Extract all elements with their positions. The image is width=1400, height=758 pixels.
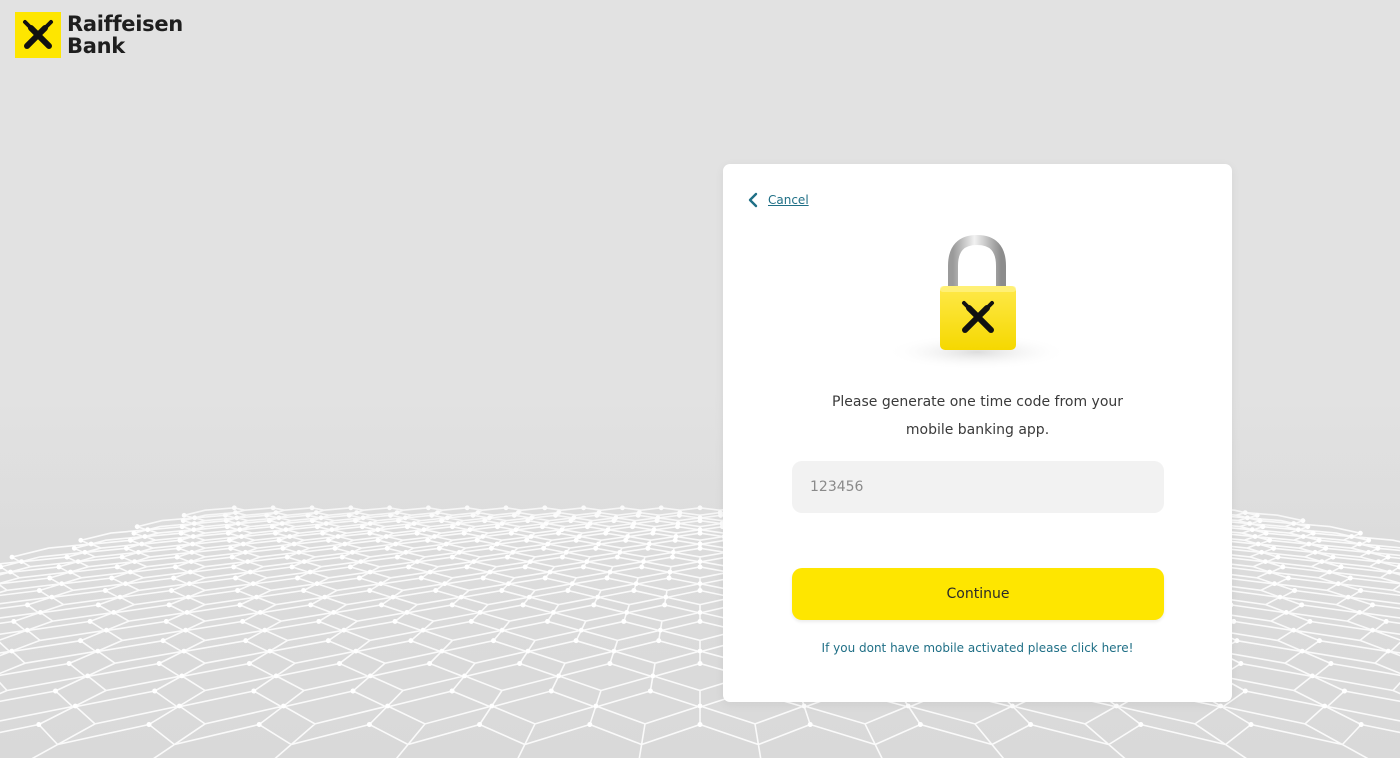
bank-name-line2: Bank (67, 34, 125, 58)
mobile-not-activated-link[interactable]: If you dont have mobile activated please… (743, 641, 1212, 655)
instruction-line1: Please generate one time code from your (831, 394, 1124, 410)
bank-name-line1: Raiffeisen (67, 12, 183, 36)
raiffeisen-cross-icon (15, 12, 61, 58)
one-time-code-input[interactable] (792, 461, 1164, 513)
bank-name: Raiffeisen Bank (67, 13, 183, 57)
continue-button[interactable]: Continue (792, 568, 1164, 620)
cancel-label[interactable]: Cancel (768, 193, 809, 207)
bank-logo[interactable]: Raiffeisen Bank (15, 12, 183, 58)
cancel-link[interactable]: Cancel (747, 192, 809, 208)
instruction-line2: mobile banking app. (905, 422, 1050, 438)
padlock-icon (883, 234, 1073, 374)
instruction-text: Please generate one time code from your … (763, 388, 1192, 444)
one-time-code-card: Cancel Please generate one time code fro… (723, 164, 1232, 702)
chevron-left-icon (748, 192, 758, 208)
